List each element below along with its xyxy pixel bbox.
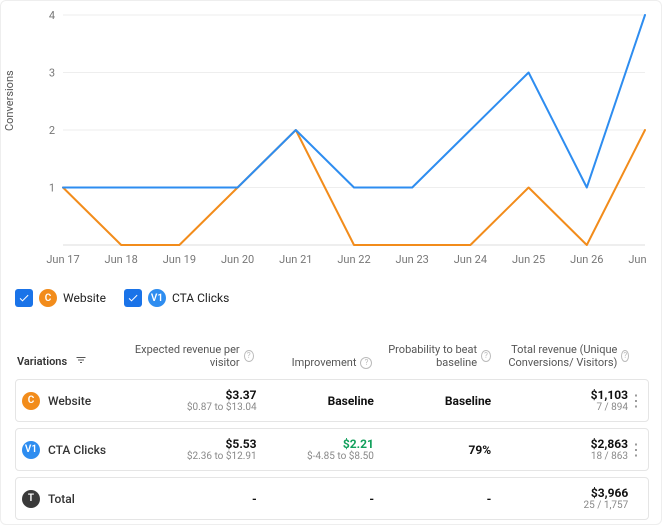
info-icon[interactable]: ? — [481, 350, 491, 362]
y-tick-label: 2 — [49, 124, 55, 137]
header-variations[interactable]: Variations — [17, 354, 126, 369]
table-row: T Total - - - $3,966 25 / 1,757 — [15, 477, 649, 520]
header-revenue: Expected revenue per visitor ? — [126, 343, 254, 369]
total-secondary: 25 / 1,757 — [491, 500, 628, 511]
chart-area: 1 2 3 4 Jun 17 Jun 18 Jun 19 Jun 20 Jun 21 Jun 22… — [43, 9, 649, 269]
probability-value: Baseline — [374, 394, 491, 408]
variation-badge: V1 — [22, 441, 40, 459]
total-primary: $2,863 — [491, 437, 628, 451]
revenue-primary: - — [130, 492, 257, 506]
x-tick-label: Jun 18 — [105, 253, 138, 266]
total-primary: $3,966 — [491, 486, 628, 500]
header-improvement-label: Improvement — [292, 356, 357, 369]
improvement-primary: - — [257, 492, 374, 506]
chart-svg: 1 2 3 4 Jun 17 Jun 18 Jun 19 Jun 20 Jun 21 Jun 22… — [43, 9, 649, 269]
cell-probability: Baseline — [374, 394, 491, 408]
table-row: V1 CTA Clicks $5.53 $2.36 to $12.91 $2.2… — [15, 428, 649, 471]
y-tick-label: 4 — [49, 9, 55, 22]
cell-revenue: $5.53 $2.36 to $12.91 — [130, 437, 257, 462]
filter-icon[interactable] — [75, 354, 87, 369]
cell-improvement: $2.21 $-4.85 to $8.50 — [257, 437, 374, 462]
row-name: V1 CTA Clicks — [22, 441, 130, 459]
info-icon[interactable]: ? — [244, 350, 254, 362]
y-axis-label: Conversions — [3, 70, 16, 131]
header-total-label: Total revenue (Unique Conversions/ Visit… — [491, 343, 617, 369]
variations-table: Variations Expected revenue per visitor … — [15, 339, 649, 525]
y-tick-label: 1 — [49, 182, 55, 195]
header-improvement: Improvement ? — [254, 356, 372, 369]
header-probability-label: Probability to beat baseline — [372, 343, 477, 369]
x-tick-label: Jun 27 — [628, 253, 649, 266]
header-probability: Probability to beat baseline ? — [372, 343, 490, 369]
legend-item-cta[interactable]: V1 CTA Clicks — [124, 289, 229, 307]
x-tick-label: Jun 26 — [570, 253, 603, 266]
revenue-primary: $3.37 — [130, 388, 257, 402]
improvement-primary: Baseline — [257, 394, 374, 408]
table-row: C Website $3.37 $0.87 to $13.04 Baseline… — [15, 379, 649, 422]
variation-badge: C — [22, 392, 40, 410]
improvement-primary: $2.21 — [257, 437, 374, 451]
cell-total: $3,966 25 / 1,757 — [491, 486, 628, 511]
probability-value: - — [374, 492, 491, 506]
legend-label: CTA Clicks — [172, 291, 229, 305]
revenue-secondary: $2.36 to $12.91 — [130, 451, 257, 462]
row-name: T Total — [22, 490, 130, 508]
total-secondary: 18 / 863 — [491, 451, 628, 462]
row-name-label: CTA Clicks — [48, 443, 106, 457]
x-tick-label: Jun 20 — [221, 253, 254, 266]
cell-probability: - — [374, 492, 491, 506]
x-tick-label: Jun 25 — [512, 253, 545, 266]
variation-badge: T — [22, 490, 40, 508]
row-name-label: Website — [48, 394, 91, 408]
legend: C Website V1 CTA Clicks — [15, 289, 229, 307]
cell-total: $2,863 18 / 863 — [491, 437, 628, 462]
checkbox-icon[interactable] — [15, 289, 33, 307]
series-line-cta clicks — [63, 15, 645, 188]
row-name: C Website — [22, 392, 130, 410]
variation-badge-v1: V1 — [148, 289, 166, 307]
revenue-primary: $5.53 — [130, 437, 257, 451]
cell-revenue: $3.37 $0.87 to $13.04 — [130, 388, 257, 413]
legend-item-website[interactable]: C Website — [15, 289, 106, 307]
x-tick-label: Jun 17 — [46, 253, 79, 266]
total-primary: $1,103 — [491, 388, 628, 402]
cell-probability: 79% — [374, 443, 491, 457]
revenue-secondary: $0.87 to $13.04 — [130, 402, 257, 413]
total-secondary: 7 / 894 — [491, 402, 628, 413]
x-tick-label: Jun 24 — [454, 253, 487, 266]
cell-improvement: Baseline — [257, 394, 374, 408]
cell-total: $1,103 7 / 894 — [491, 388, 628, 413]
table-body: C Website $3.37 $0.87 to $13.04 Baseline… — [15, 379, 649, 520]
x-tick-label: Jun 19 — [163, 253, 196, 266]
checkbox-icon[interactable] — [124, 289, 142, 307]
improvement-secondary: $-4.85 to $8.50 — [257, 451, 374, 462]
y-tick-label: 3 — [49, 67, 55, 80]
info-icon[interactable]: ? — [621, 350, 629, 362]
more-icon[interactable]: ⋮ — [628, 444, 642, 456]
x-tick-label: Jun 22 — [337, 253, 370, 266]
more-icon[interactable]: ⋮ — [628, 395, 642, 407]
header-variations-label: Variations — [17, 355, 67, 368]
row-name-label: Total — [48, 492, 75, 506]
legend-label: Website — [63, 291, 106, 305]
cell-revenue: - — [130, 492, 257, 506]
info-icon[interactable]: ? — [360, 357, 372, 369]
x-tick-label: Jun 23 — [396, 253, 429, 266]
x-tick-label: Jun 21 — [279, 253, 312, 266]
header-revenue-label: Expected revenue per visitor — [126, 343, 240, 369]
probability-value: 79% — [374, 443, 491, 457]
header-total: Total revenue (Unique Conversions/ Visit… — [491, 343, 629, 369]
page: Conversions 1 2 3 4 Jun 17 Jun 18 Jun 19 Jun 20… — [0, 0, 662, 525]
cell-improvement: - — [257, 492, 374, 506]
variation-badge-c: C — [39, 289, 57, 307]
table-header-row: Variations Expected revenue per visitor … — [15, 339, 649, 379]
